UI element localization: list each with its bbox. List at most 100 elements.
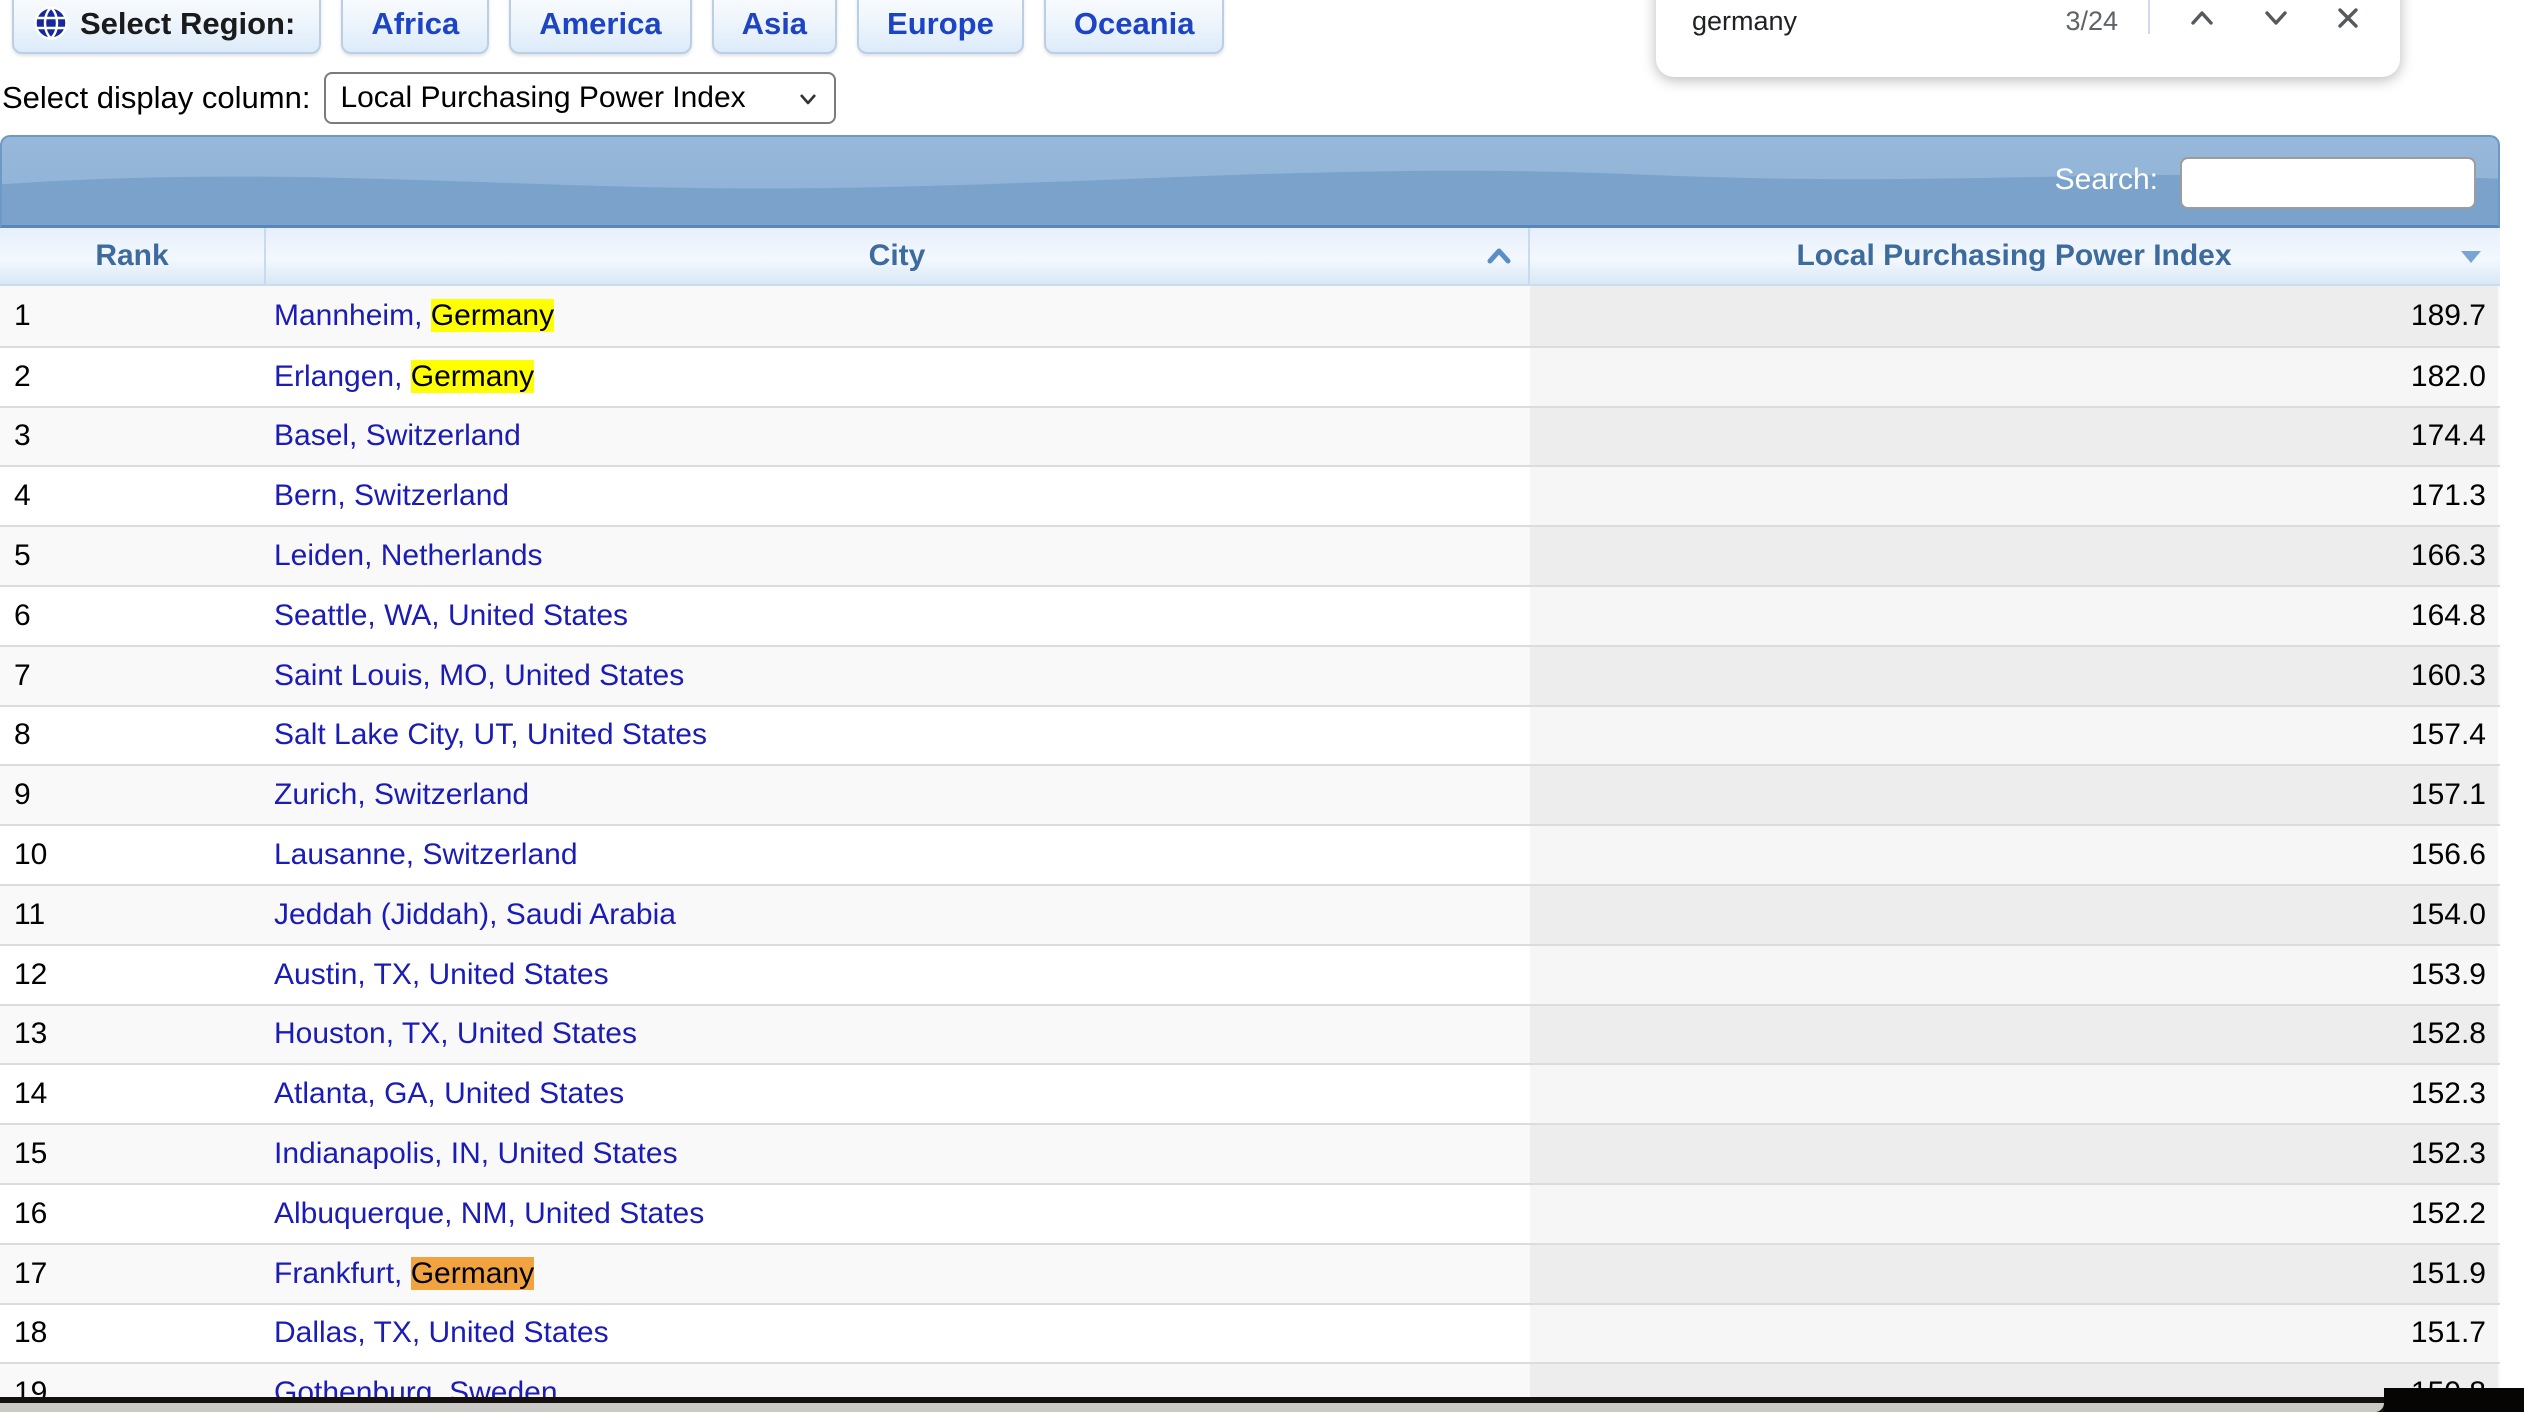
column-header-rank[interactable]: Rank [0,228,266,284]
table-row: 13 Houston, TX, United States 152.8 [0,1004,2500,1064]
city-link[interactable]: Lausanne, Switzerland [274,838,578,872]
region-buttons: Africa America Asia Europe Oceania [341,0,1224,54]
find-highlight: Germany [431,299,554,332]
table-toolbar-band: Search: [0,135,2500,228]
value-cell: 152.3 [1530,1125,2498,1183]
rank-cell: 4 [0,467,266,525]
value-cell: 152.8 [1530,1006,2498,1064]
table-row: 17 Frankfurt, Germany 151.9 [0,1243,2500,1303]
region-button-europe[interactable]: Europe [857,0,1024,54]
city-cell: Leiden, Netherlands [266,527,1530,585]
table-row: 18 Dallas, TX, United States 151.7 [0,1303,2500,1363]
city-link[interactable]: Atlanta, GA, United States [274,1077,624,1111]
city-name: Albuquerque, NM, United States [274,1197,704,1230]
find-bar-divider [2148,0,2150,34]
city-link[interactable]: Seattle, WA, United States [274,599,628,633]
rank-cell: 5 [0,527,266,585]
window-bottom-edge [0,1403,2384,1412]
find-close-button[interactable] [2320,0,2376,46]
rank-cell: 11 [0,886,266,944]
find-previous-button[interactable] [2174,0,2230,46]
city-link[interactable]: Albuquerque, NM, United States [274,1197,704,1231]
city-link[interactable]: Leiden, Netherlands [274,539,543,573]
city-link[interactable]: Saint Louis, MO, United States [274,659,684,693]
select-chevron-icon [796,86,820,110]
city-cell: Dallas, TX, United States [266,1305,1530,1363]
city-cell: Zurich, Switzerland [266,766,1530,824]
city-cell: Salt Lake City, UT, United States [266,707,1530,765]
region-button-america[interactable]: America [509,0,691,54]
city-cell: Albuquerque, NM, United States [266,1185,1530,1243]
city-link[interactable]: Houston, TX, United States [274,1017,637,1051]
display-column-row: Select display column: Local Purchasing … [2,72,836,124]
region-button-asia[interactable]: Asia [712,0,837,54]
find-match-counter: 3/24 [2008,6,2118,37]
region-button-africa[interactable]: Africa [341,0,489,54]
column-header-value[interactable]: Local Purchasing Power Index [1530,228,2498,284]
find-query-input[interactable]: germany [1692,6,1797,37]
city-name: Jeddah (Jiddah), Saudi Arabia [274,898,676,931]
value-cell: 160.3 [1530,647,2498,705]
table-search-label: Search: [2055,163,2158,197]
rank-cell: 15 [0,1125,266,1183]
table-header-row: Rank City Local Purchasing Power Index [0,228,2500,286]
select-region-button[interactable]: Select Region: [12,0,321,54]
table-row: 14 Atlanta, GA, United States 152.3 [0,1063,2500,1123]
display-column-selected-value: Local Purchasing Power Index [340,81,745,115]
find-highlight: Germany [411,1257,534,1290]
page: Select Region: Africa America Asia Europe Oc… [0,0,2524,1412]
rank-cell: 8 [0,707,266,765]
value-cell: 189.7 [1530,286,2498,346]
city-cell: Seattle, WA, United States [266,587,1530,645]
rank-cell: 7 [0,647,266,705]
value-cell: 166.3 [1530,527,2498,585]
table-row: 6 Seattle, WA, United States 164.8 [0,585,2500,645]
city-link[interactable]: Dallas, TX, United States [274,1316,609,1350]
city-cell: Austin, TX, United States [266,946,1530,1004]
city-cell: Atlanta, GA, United States [266,1065,1530,1123]
table-row: 3 Basel, Switzerland 174.4 [0,406,2500,466]
table-row: 8 Salt Lake City, UT, United States 157.… [0,705,2500,765]
city-name: Salt Lake City, UT, United States [274,718,707,751]
city-link[interactable]: Bern, Switzerland [274,479,509,513]
region-button-oceania[interactable]: Oceania [1044,0,1225,54]
table-row: 7 Saint Louis, MO, United States 160.3 [0,645,2500,705]
city-name: Leiden, Netherlands [274,539,543,572]
city-name: Zurich, Switzerland [274,778,529,811]
city-link[interactable]: Austin, TX, United States [274,958,609,992]
city-name: Seattle, WA, United States [274,599,628,632]
city-name: Atlanta, GA, United States [274,1077,624,1110]
rank-cell: 1 [0,286,266,346]
value-cell: 174.4 [1530,408,2498,466]
city-cell: Houston, TX, United States [266,1006,1530,1064]
city-cell: Erlangen, Germany [266,348,1530,406]
desktop-corner [2384,1388,2524,1412]
find-next-button[interactable] [2248,0,2304,46]
column-header-city[interactable]: City [266,228,1530,284]
rank-cell: 3 [0,408,266,466]
value-cell: 157.1 [1530,766,2498,824]
city-cell: Frankfurt, Germany [266,1245,1530,1303]
rank-cell: 18 [0,1305,266,1363]
city-link[interactable]: Frankfurt, Germany [274,1257,534,1291]
value-cell: 156.6 [1530,826,2498,884]
find-highlight: Germany [411,360,534,393]
region-bar: Select Region: Africa America Asia Europe Oc… [12,0,1224,54]
value-cell: 151.7 [1530,1305,2498,1363]
value-cell: 157.4 [1530,707,2498,765]
city-link[interactable]: Mannheim, Germany [274,299,554,333]
city-link[interactable]: Basel, Switzerland [274,419,521,453]
city-link[interactable]: Jeddah (Jiddah), Saudi Arabia [274,898,676,932]
city-link[interactable]: Salt Lake City, UT, United States [274,718,707,752]
table-search-input[interactable] [2180,157,2476,209]
table-row: 5 Leiden, Netherlands 166.3 [0,525,2500,585]
table-row: 4 Bern, Switzerland 171.3 [0,465,2500,525]
city-link[interactable]: Erlangen, Germany [274,360,534,394]
rank-cell: 6 [0,587,266,645]
table-row: 16 Albuquerque, NM, United States 152.2 [0,1183,2500,1243]
display-column-select[interactable]: Local Purchasing Power Index [324,72,836,124]
select-region-label: Select Region: [80,6,295,42]
city-cell: Bern, Switzerland [266,467,1530,525]
city-link[interactable]: Indianapolis, IN, United States [274,1137,678,1171]
city-link[interactable]: Zurich, Switzerland [274,778,529,812]
